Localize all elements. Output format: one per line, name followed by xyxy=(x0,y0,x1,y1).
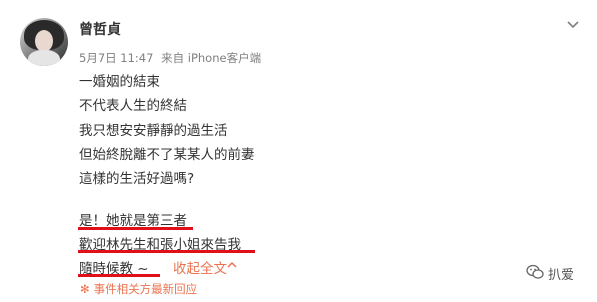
post-line: 但始終脫離不了某某人的前妻 xyxy=(79,147,255,163)
author-name[interactable]: 曾哲貞 xyxy=(79,19,121,39)
post-date[interactable]: 5月7日 11:47 xyxy=(79,51,153,65)
highlight-underline xyxy=(78,274,160,277)
post-line: 一婚姻的結束 xyxy=(79,74,160,90)
post-source: 来自 iPhone客户端 xyxy=(161,51,262,65)
star-burst-icon: ✻ xyxy=(80,282,90,296)
post-line: 不代表人生的終結 xyxy=(79,98,187,114)
post-line-highlighted: 是！她就是第三者 xyxy=(79,213,187,229)
post-line: 這樣的生活好過嗎? xyxy=(79,171,195,187)
post-line: 我只想安安靜靜的過生活 xyxy=(79,123,228,139)
avatar[interactable] xyxy=(20,18,68,66)
wechat-icon xyxy=(526,264,544,279)
watermark-text: 扒爱 xyxy=(548,268,575,283)
collapse-text-link[interactable]: 收起全文 xyxy=(173,257,227,277)
related-update-link[interactable]: ✻ 事件相关方最新回应 xyxy=(80,281,197,297)
related-update-label: 事件相关方最新回应 xyxy=(93,282,198,296)
highlight-underline xyxy=(78,250,255,253)
chevron-down-icon[interactable] xyxy=(565,17,581,33)
post-meta: 5月7日 11:47 来自 iPhone客户端 xyxy=(79,50,261,66)
caret-up-icon[interactable] xyxy=(226,259,238,271)
highlight-underline xyxy=(78,227,193,230)
weibo-post-card: 曾哲貞 5月7日 11:47 来自 iPhone客户端 一婚姻的結束 不代表人生… xyxy=(0,0,597,302)
